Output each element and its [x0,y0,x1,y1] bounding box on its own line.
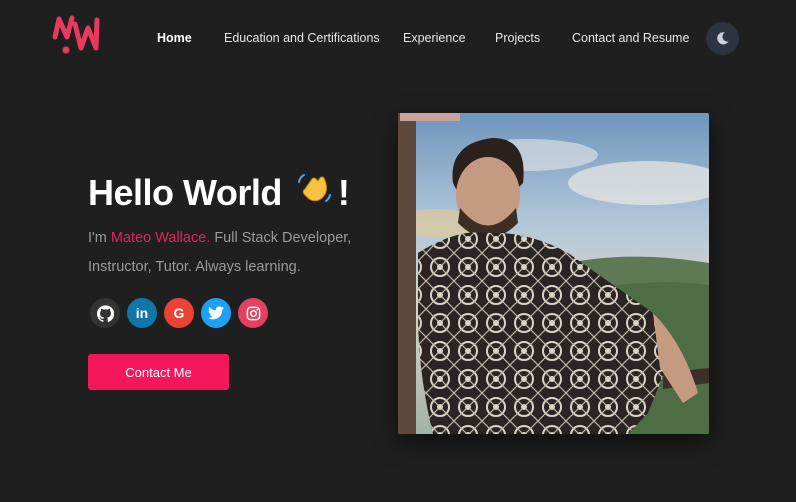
moon-icon [717,32,729,45]
linkedin-link[interactable]: in [127,298,157,328]
google-link[interactable]: G [164,298,194,328]
google-icon: G [173,305,185,321]
waving-hand-icon [296,170,332,215]
hero-title: Hello World ! [88,170,350,215]
theme-toggle-button[interactable] [706,22,739,55]
twitter-link[interactable] [201,298,231,328]
greeting-text: Hello World [88,171,282,213]
linkedin-icon: in [135,305,149,321]
intro-prefix: I'm [88,230,111,246]
github-link[interactable] [90,298,120,328]
name-highlight: Mateo Wallace. [110,230,211,246]
github-icon [96,304,114,322]
nav-projects[interactable]: Projects [495,31,540,45]
greeting-exclaim: ! [337,171,350,213]
nav-home[interactable]: Home [157,31,192,45]
contact-me-button[interactable]: Contact Me [88,354,229,390]
profile-photo [398,113,709,434]
nav-experience[interactable]: Experience [403,31,466,45]
logo[interactable] [50,12,102,56]
twitter-icon [208,306,224,320]
nav-contact-resume[interactable]: Contact and Resume [572,31,689,45]
instagram-icon [246,306,260,320]
intro-text: I'm Mateo Wallace. Full Stack Developer,… [88,224,378,282]
instagram-link[interactable] [238,298,268,328]
social-links: in G [90,298,268,328]
nav-education[interactable]: Education and Certifications [224,31,380,45]
